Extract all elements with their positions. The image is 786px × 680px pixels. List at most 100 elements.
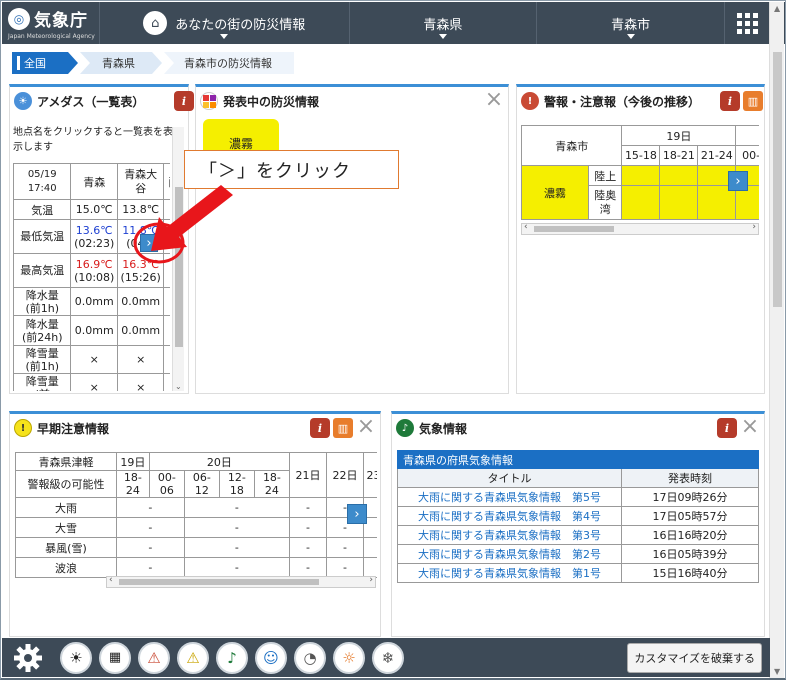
early-cell: -: [115, 537, 185, 558]
nav-city[interactable]: 青森市: [537, 2, 726, 44]
warning-widget-icon[interactable]: ⚠: [138, 641, 170, 674]
book-icon[interactable]: ▥: [333, 418, 353, 438]
close-icon[interactable]: ×: [356, 416, 376, 438]
bosai-panel-header: 発表中の防災情報 ×: [196, 87, 508, 115]
early-cell: -: [115, 517, 185, 538]
breadcrumb-city: 青森市の防災情報: [164, 52, 294, 74]
bosai-tile-label: 濃霧: [228, 136, 253, 151]
nav-prefecture[interactable]: 青森県: [350, 2, 538, 44]
cell-value: 15.0℃: [70, 199, 118, 220]
scroll-right-icon[interactable]: ›: [752, 222, 756, 232]
scroll-right-icon[interactable]: ›: [369, 575, 373, 585]
nav-prefecture-label: 青森県: [423, 17, 463, 33]
early-title: 早期注意情報: [37, 421, 110, 436]
jma-emblem-icon: ◎: [8, 7, 30, 30]
caution-widget-icon[interactable]: ⚠: [177, 641, 209, 674]
amedas-vscroll-thumb[interactable]: [175, 187, 183, 347]
warning-hscroll[interactable]: ‹ ›: [521, 222, 759, 235]
kisho-time: 17日05時57分: [621, 506, 759, 526]
station-aomori-otani[interactable]: 青森大谷: [116, 163, 165, 200]
early-possibility: 警報級の可能性: [15, 470, 117, 498]
kisho-link[interactable]: 大雨に関する青森県気象情報 第4号: [397, 506, 622, 526]
early-panel: ! 早期注意情報 i ▥ × 青森県津軽 19日 20日 21日 22日 23日…: [9, 411, 381, 637]
station-aomori[interactable]: 青森: [70, 163, 118, 200]
kisho-icon: ♪: [396, 419, 414, 437]
slot: 18-24: [115, 470, 150, 498]
scroll-up-icon[interactable]: ▲: [774, 4, 780, 13]
destroy-customize-button[interactable]: カスタマイズを破棄する: [627, 643, 762, 673]
home-icon: ⌂: [143, 11, 168, 35]
scroll-left-icon[interactable]: ‹: [109, 575, 113, 585]
cell-value: [163, 373, 170, 391]
weather-chart-icon[interactable]: ☼: [333, 641, 365, 674]
warning-panel-header: ! 警報・注意報（今後の推移） i ▥: [517, 87, 764, 115]
page-scrollbar[interactable]: ▲ ▼: [769, 2, 784, 678]
kisho-link[interactable]: 大雨に関する青森県気象情報 第3号: [397, 525, 622, 545]
early-cell: -: [183, 497, 290, 518]
warning-next-button[interactable]: ›: [728, 171, 748, 191]
logo-english-text: Japan Meteorological Agency: [8, 33, 95, 40]
early-cell: -: [115, 497, 185, 518]
snow-icon[interactable]: ❄: [372, 641, 404, 674]
station-next[interactable]: 酸: [163, 163, 170, 200]
cell-value: ×: [116, 345, 165, 374]
breadcrumb: 全国 青森県 青森市の防災情報: [12, 52, 296, 74]
nav-local-info[interactable]: ⌂ あなたの街の防災情報: [100, 2, 350, 44]
scroll-down-icon[interactable]: ▼: [774, 667, 780, 676]
kisho-link[interactable]: 大雨に関する青森県気象情報 第1号: [397, 563, 622, 583]
day: 21日: [288, 452, 328, 498]
row-label: 降雪量 (前1h): [13, 345, 72, 374]
warning-panel: ! 警報・注意報（今後の推移） i ▥ 青森市 19日 15-18 18-21 …: [516, 84, 765, 394]
warning-cell: [621, 185, 661, 220]
kisho-panel-header: ♪ 気象情報 i ×: [392, 414, 764, 442]
kisho-panel: ♪ 気象情報 i × 青森県の府県気象情報 タイトル 発表時刻 大雨に関する青森…: [391, 411, 765, 637]
info-button[interactable]: i: [717, 418, 737, 438]
day: 19日: [115, 452, 150, 471]
amedas-next-button[interactable]: ›: [140, 234, 158, 252]
bosai-widget-icon[interactable]: ▦: [99, 641, 131, 674]
close-icon[interactable]: ×: [740, 416, 760, 438]
early-cell: -: [183, 537, 290, 558]
scrollbar-thumb[interactable]: [773, 52, 782, 307]
early-cell: -: [325, 537, 365, 558]
info-button[interactable]: i: [720, 91, 740, 111]
warning-table: 青森市 19日 15-18 18-21 21-24 00-03 濃霧 陸上: [521, 125, 759, 220]
kisho-link[interactable]: 大雨に関する青森県気象情報 第5号: [397, 487, 622, 507]
early-cell: -: [288, 537, 328, 558]
settings-button[interactable]: [10, 640, 46, 676]
early-row-label: 大雪: [15, 517, 117, 538]
kisho-link[interactable]: 大雨に関する青森県気象情報 第2号: [397, 544, 622, 564]
amedas-vscroll[interactable]: ⌄: [172, 127, 184, 391]
amedas-widget-icon[interactable]: ☀: [60, 641, 92, 674]
chevron-down-icon: [220, 34, 229, 39]
warning-table-area: 青森市 19日 15-18 18-21 21-24 00-03 濃霧 陸上: [521, 125, 759, 221]
gear-icon: [14, 643, 42, 672]
chevron-down-icon[interactable]: ⌄: [175, 382, 182, 391]
radar-icon[interactable]: ◔: [294, 641, 326, 674]
early-hscroll-thumb[interactable]: [119, 579, 319, 585]
early-cell: -: [115, 557, 185, 578]
breadcrumb-national[interactable]: 全国: [12, 52, 78, 74]
warning-cell: [659, 165, 699, 186]
nav-local-info-label: あなたの街の防災情報: [175, 17, 306, 33]
book-icon[interactable]: ▥: [743, 91, 763, 111]
early-cell: -: [183, 517, 290, 538]
kisho-time: 17日09時26分: [621, 487, 759, 507]
kisho-widget-icon[interactable]: ♪: [216, 641, 248, 674]
early-hscroll[interactable]: ‹ ›: [106, 575, 376, 588]
early-cell: [363, 537, 377, 558]
app-window: ◎ 気象庁 Japan Meteorological Agency ⌂ あなたの…: [0, 0, 786, 680]
scroll-left-icon[interactable]: ‹: [524, 222, 528, 232]
warning-hscroll-thumb[interactable]: [534, 226, 614, 232]
person-info-icon[interactable]: ☺: [255, 641, 287, 674]
menu-grid-button[interactable]: [725, 2, 769, 44]
close-icon[interactable]: ×: [484, 89, 504, 111]
kisho-time: 15日16時40分: [621, 563, 759, 583]
info-button[interactable]: i: [310, 418, 330, 438]
early-next-button[interactable]: ›: [347, 504, 367, 524]
info-button[interactable]: i: [174, 91, 194, 111]
early-table: 青森県津軽 19日 20日 21日 22日 23日 警報級の可能性 18-24 …: [15, 452, 377, 578]
slot: 21-24: [697, 145, 737, 166]
jma-logo[interactable]: ◎ 気象庁 Japan Meteorological Agency: [2, 2, 100, 44]
breadcrumb-prefecture[interactable]: 青森県: [80, 52, 162, 74]
